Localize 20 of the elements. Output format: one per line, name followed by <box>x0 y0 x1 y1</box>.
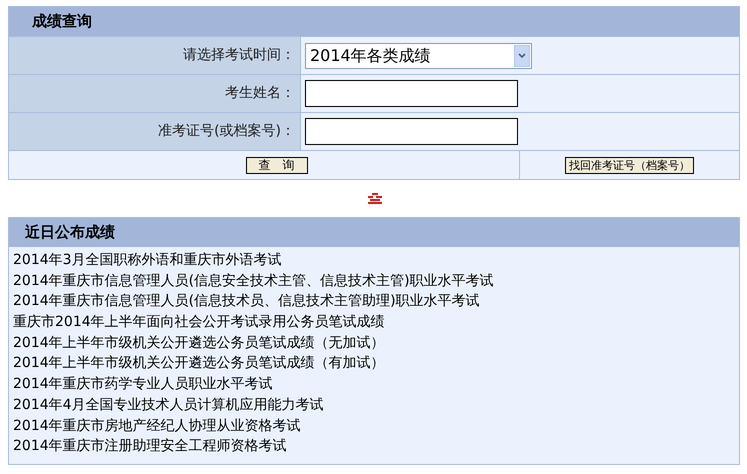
result-link[interactable]: 2014年3月全国职称外语和重庆市外语考试 <box>13 250 282 271</box>
field-label: 准考证号(或档案号)： <box>158 122 295 141</box>
field-label: 考生姓名： <box>225 84 295 103</box>
query-button[interactable]: 查 询 <box>246 156 308 174</box>
retrieve-button[interactable]: 找回准考证号（档案号） <box>565 156 694 174</box>
panel-title: 近日公布成绩 <box>25 222 115 244</box>
exam-time-select[interactable]: 2014年各类成绩 <box>305 42 532 68</box>
result-link[interactable]: 2014年4月全国专业技术人员计算机应用能力考试 <box>13 394 324 416</box>
field-label: 请选择考试时间： <box>183 46 295 65</box>
result-link[interactable]: 2014年上半年市级机关公开遴选公务员笔试成绩（有加试） <box>13 353 385 374</box>
result-link[interactable]: 2014年重庆市注册助理安全工程师资格考试 <box>13 436 287 457</box>
input-field[interactable] <box>305 118 518 145</box>
input-field[interactable] <box>305 80 518 107</box>
result-link[interactable]: 2014年上半年市级机关公开遴选公务员笔试成绩（无加试） <box>13 332 385 354</box>
result-link[interactable]: 2014年重庆市药学专业人员职业水平考试 <box>13 374 273 395</box>
result-link[interactable]: 2014年重庆市信息管理人员(信息技术员、信息技术主管助理)职业水平考试 <box>13 291 480 312</box>
panel-title: 成绩查询 <box>32 11 92 32</box>
result-link[interactable]: 2014年重庆市房地产经纪人协理从业资格考试 <box>13 416 301 436</box>
result-link[interactable]: 重庆市2014年上半年面向社会公开考试录用公务员笔试成绩 <box>13 312 385 333</box>
result-link[interactable]: 2014年重庆市信息管理人员(信息安全技术主管、信息技术主管)职业水平考试 <box>13 270 494 292</box>
